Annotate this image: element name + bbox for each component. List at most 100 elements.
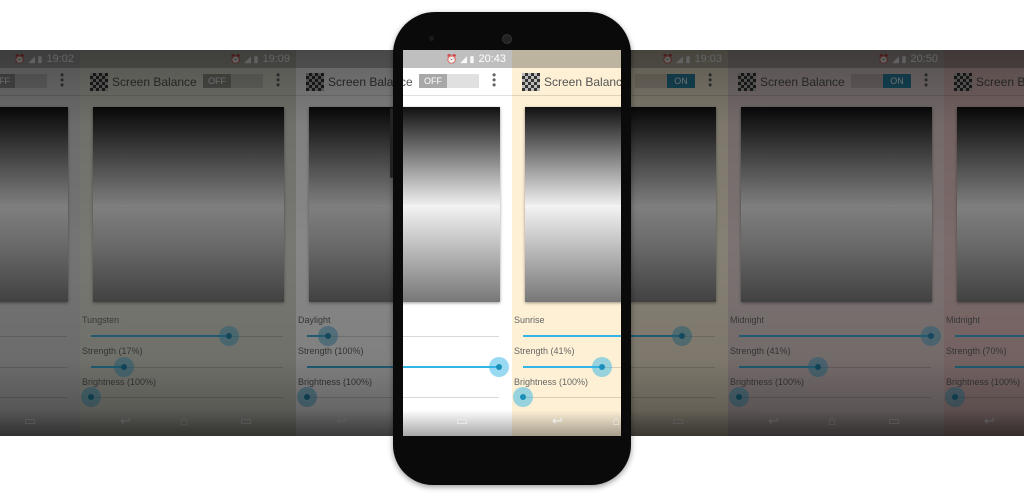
back-icon[interactable]: ↩ (984, 413, 995, 429)
power-button (390, 108, 393, 178)
slider-thumb[interactable] (81, 387, 101, 407)
overflow-menu-icon[interactable]: ••• (276, 69, 280, 91)
strength-slider[interactable] (91, 357, 283, 377)
mode-slider[interactable] (0, 336, 67, 337)
action-bar: Screen Balance ON ••• (728, 68, 944, 96)
toggle-label: OFF (0, 74, 15, 88)
slider-thumb[interactable] (591, 357, 612, 377)
power-toggle[interactable]: OFF (0, 74, 47, 88)
strength-slider[interactable] (0, 367, 67, 368)
overflow-menu-icon[interactable]: ••• (492, 69, 496, 91)
back-icon[interactable]: ↩ (552, 413, 563, 429)
slider-thumb[interactable] (219, 326, 240, 346)
strength-label: Strength (100%) (298, 346, 364, 356)
nav-bar: ↩ ⌂ ▭ (728, 410, 944, 436)
recent-apps-icon[interactable]: ▭ (888, 413, 900, 429)
app-screen-tungsten: ⏰ ◢ ▮ 19:09 Screen Balance OFF • • • Tungst… (80, 50, 296, 436)
mode-label: Tungsten (82, 315, 120, 325)
brightness-slider[interactable] (945, 387, 1024, 407)
brightness-label: Brightness (100%) (730, 377, 805, 387)
action-bar: Screen Balance OFF ••• (403, 68, 512, 96)
status-bar: ⏰ ◢ ▮ 20:50 (728, 50, 944, 68)
power-toggle[interactable]: ON (851, 74, 911, 88)
status-bar: ⏰ ◢ ▮20:43 (403, 50, 512, 68)
app-icon (306, 73, 324, 91)
status-bar: ⏰ ◢ ▮ 19:09 (80, 50, 296, 68)
app-icon (522, 73, 540, 91)
status-icons: ⏰ ◢ ▮ (14, 54, 43, 64)
preview-image (741, 107, 932, 302)
overflow-menu-icon[interactable]: ••• (60, 69, 64, 91)
strength-label: Strength (17%) (82, 346, 143, 356)
nav-bar: ↩ ⌂ ▭ (944, 410, 1024, 436)
slider-thumb[interactable] (672, 326, 693, 346)
mode-slider[interactable] (955, 335, 1024, 337)
brightness-label: Brightness (100%) (514, 377, 589, 387)
recent-apps-icon[interactable]: ▭ (24, 413, 36, 429)
brightness-slider[interactable] (513, 387, 621, 407)
app-screen-midnight: ⏰ ◢ ▮ 20:50 Screen Balance ON • • • Midnigh… (728, 50, 944, 436)
strength-label: Strength (41%) (730, 346, 791, 356)
slider-thumb[interactable] (807, 357, 828, 377)
status-icons: ⏰ ◢ ▮ (662, 54, 691, 64)
mode-label: Sunrise (514, 315, 545, 325)
slider-thumb[interactable] (318, 326, 339, 346)
back-icon[interactable]: ↩ (768, 413, 779, 429)
power-toggle[interactable]: OFF (419, 74, 479, 88)
back-icon[interactable]: ↩ (336, 413, 347, 429)
clock: 20:43 (478, 53, 506, 65)
brightness-label: Brightness (100%) (298, 377, 373, 387)
power-toggle[interactable]: ON (635, 74, 695, 88)
recent-apps-icon[interactable]: ▭ (240, 413, 252, 429)
preview-image (403, 107, 500, 302)
clock: 19:02 (46, 53, 74, 65)
status-icons: ⏰ ◢ ▮ (446, 54, 475, 64)
action-bar: Screen Balance ON ••• (512, 68, 621, 96)
toggle-label: OFF (419, 74, 447, 88)
slider-thumb[interactable] (729, 387, 749, 407)
strength-label: Strength (70%) (946, 346, 1007, 356)
strength-slider[interactable] (523, 357, 621, 377)
app-screen-partial: ⏰ ◢ ▮19:02 Screen Balance OFF ••• ↩ ⌂ ▭ (0, 50, 80, 436)
status-bar: ⏰ ◢ ▮ 19:02 (0, 50, 80, 68)
mode-slider[interactable] (91, 326, 283, 346)
mode-slider[interactable] (523, 335, 621, 337)
home-icon[interactable]: ⌂ (828, 413, 836, 428)
strength-slider[interactable] (739, 357, 931, 377)
recent-apps-icon[interactable]: ▭ (672, 413, 684, 429)
brightness-label: Brightness (100%) (946, 377, 1021, 387)
clock: 19:03 (694, 53, 722, 65)
strength-slider[interactable] (955, 366, 1024, 368)
recent-apps-icon[interactable]: ▭ (456, 413, 468, 429)
slider-thumb[interactable] (945, 387, 965, 407)
power-toggle[interactable]: OFF (203, 74, 263, 88)
mode-slider[interactable] (403, 336, 499, 337)
nav-bar: ↩ ⌂ ▭ (403, 410, 512, 436)
home-icon[interactable]: ⌂ (403, 413, 404, 428)
nav-bar: ↩ ⌂ ▭ (512, 410, 621, 436)
home-icon[interactable]: ⌂ (612, 413, 620, 428)
slider-thumb[interactable] (489, 357, 509, 377)
brightness-slider[interactable] (403, 397, 499, 398)
slider-thumb[interactable] (113, 357, 134, 377)
brightness-slider[interactable] (81, 387, 283, 407)
preview-image (93, 107, 284, 302)
preview-image (957, 107, 1024, 302)
brightness-slider[interactable] (0, 397, 67, 398)
overflow-menu-icon[interactable]: ••• (924, 69, 928, 91)
home-icon[interactable]: ⌂ (180, 413, 188, 428)
overflow-menu-icon[interactable]: ••• (708, 69, 712, 91)
mode-label: Daylight (298, 315, 331, 325)
brightness-slider[interactable] (729, 387, 931, 407)
app-icon (90, 73, 108, 91)
app-title: Screen Balance (403, 75, 413, 89)
brightness-label: Brightness (100%) (82, 377, 157, 387)
mode-slider[interactable] (739, 326, 941, 346)
app-icon (954, 73, 972, 91)
slider-thumb[interactable] (921, 326, 941, 346)
slider-thumb[interactable] (513, 387, 533, 407)
strength-slider[interactable] (403, 357, 509, 377)
back-icon[interactable]: ↩ (120, 413, 131, 429)
status-bar: ⏰ ◢ ▮19:03 (512, 50, 621, 68)
slider-thumb[interactable] (297, 387, 317, 407)
